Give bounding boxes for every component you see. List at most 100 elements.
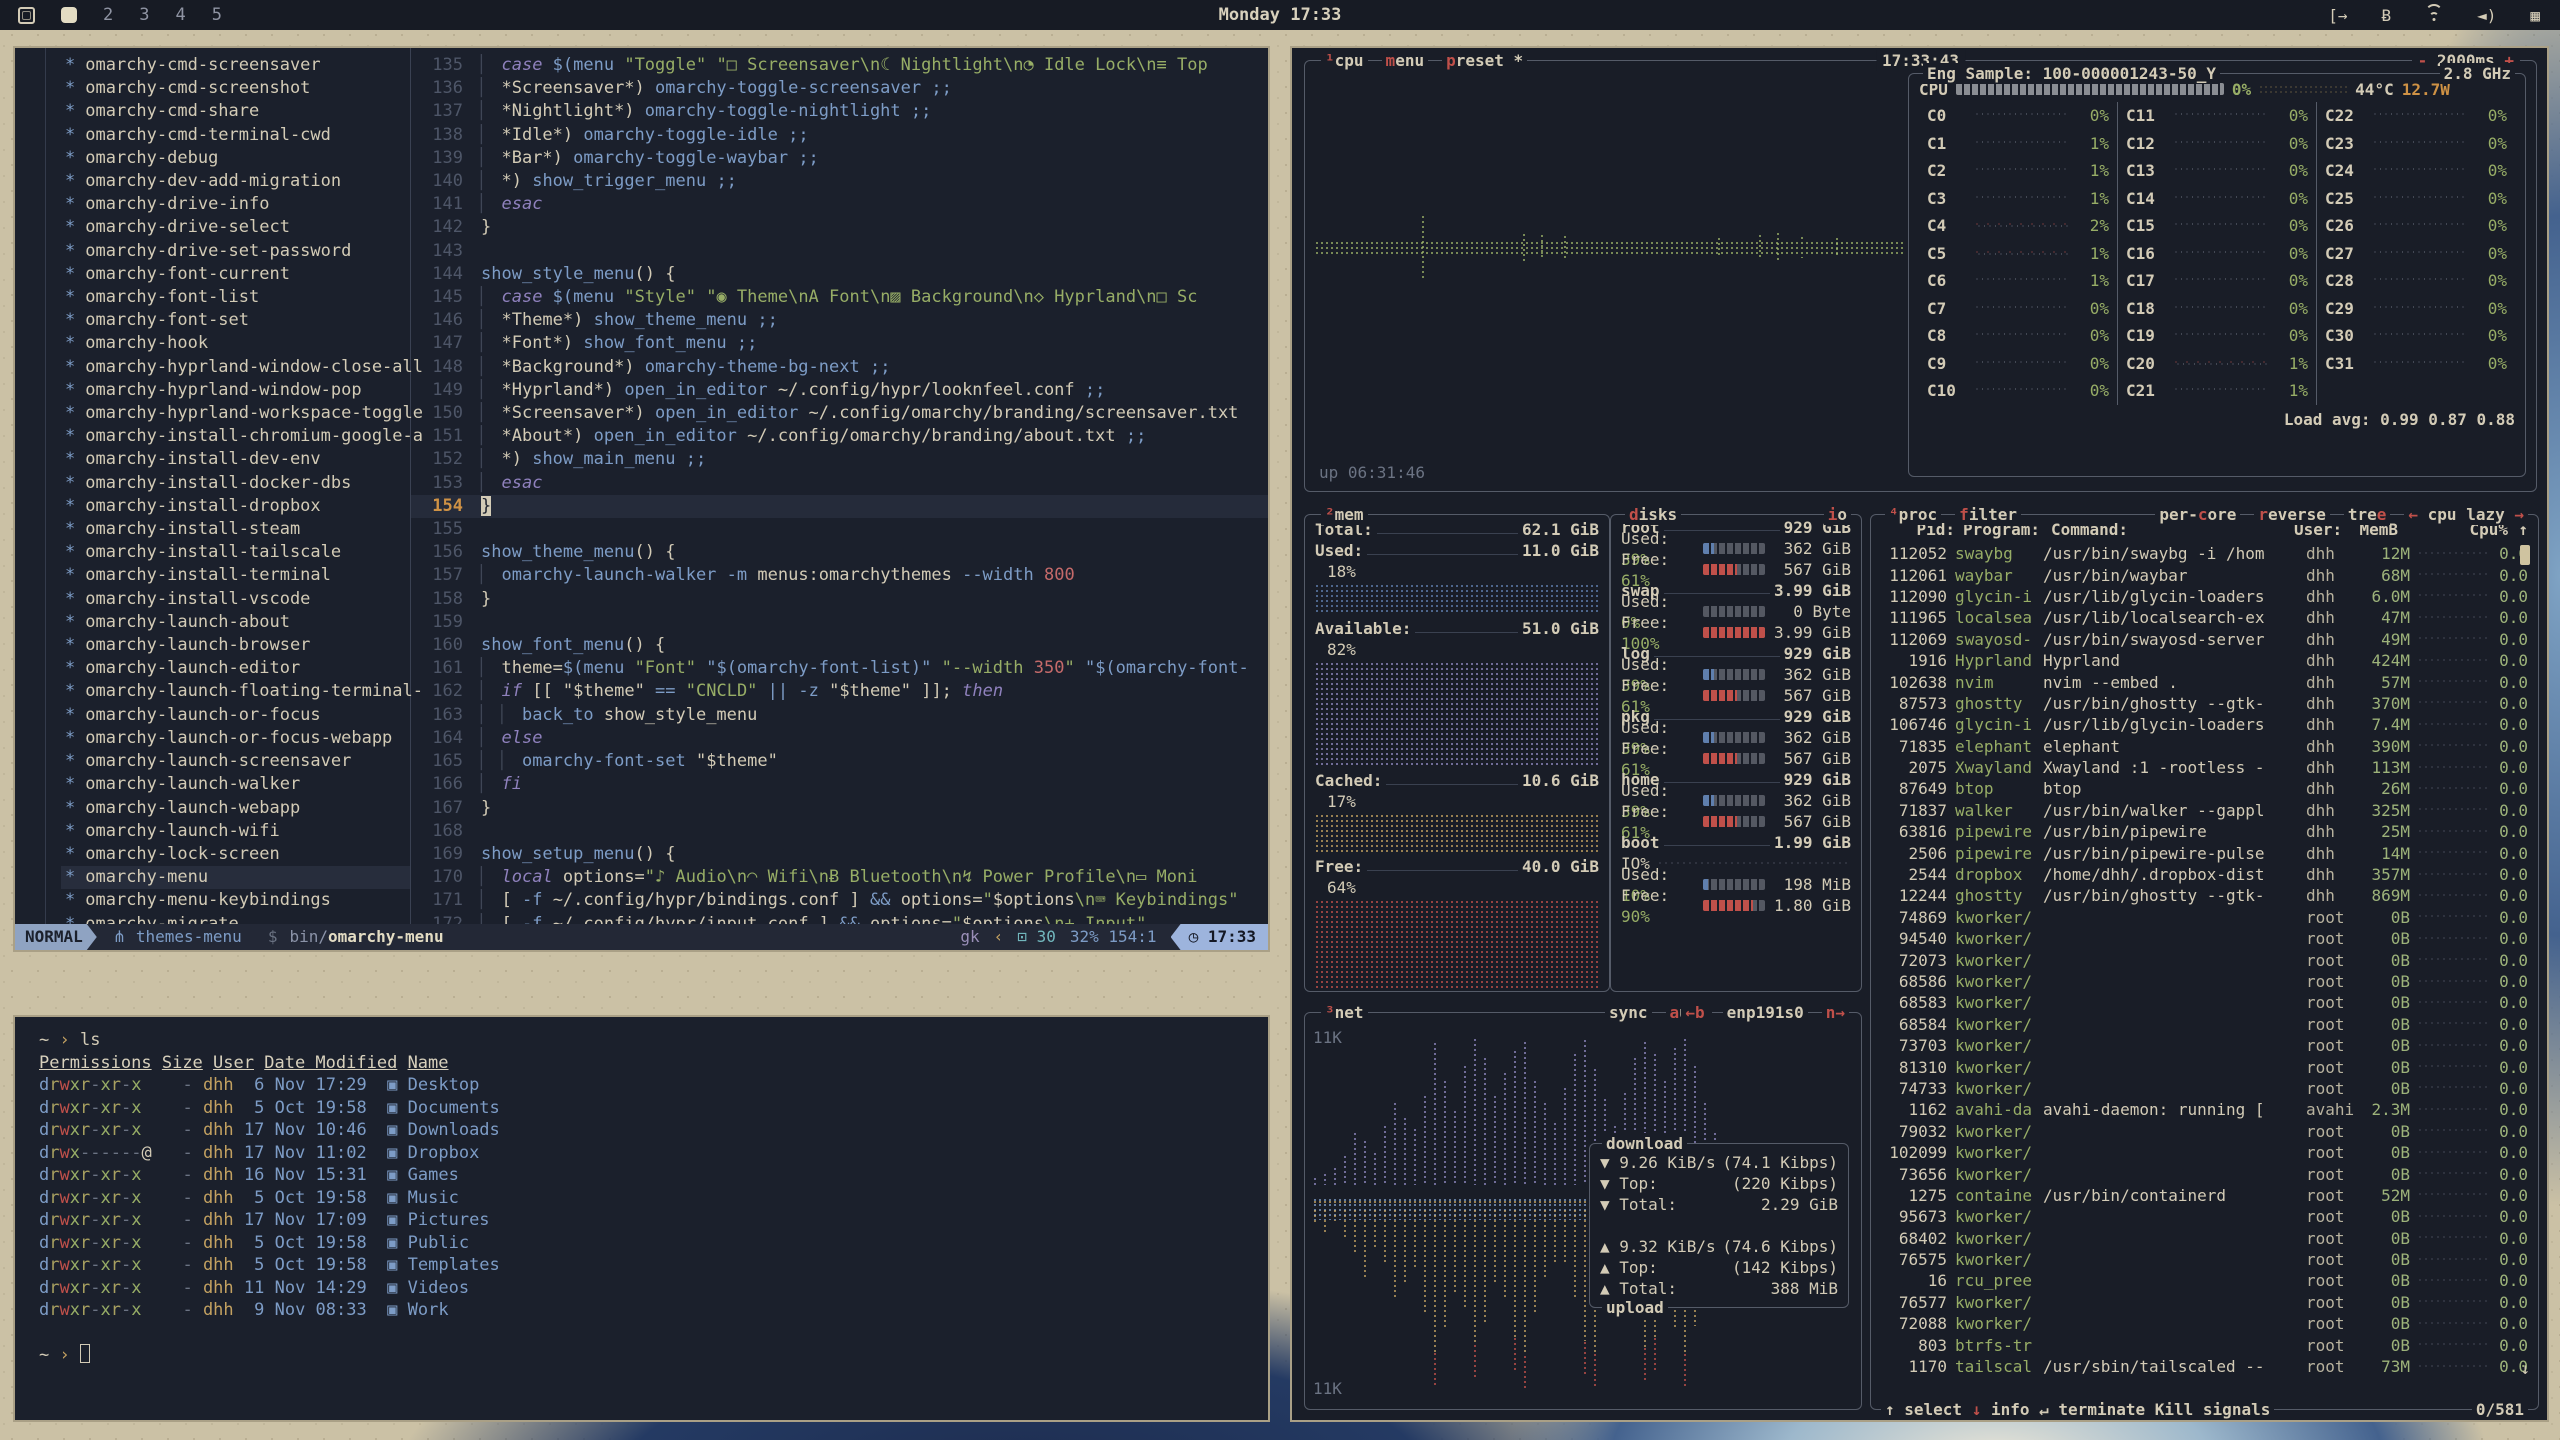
process-row[interactable]: 76575kworker/root0B0.0 (1875, 1249, 2534, 1270)
file-item[interactable]: *omarchy-install-docker-dbs (61, 472, 410, 495)
process-row[interactable]: 95673kworker/root0B0.0 (1875, 1206, 2534, 1227)
process-row[interactable]: 63816pipewire/usr/bin/pipewiredhh25M0.0 (1875, 821, 2534, 842)
process-row[interactable]: 76577kworker/root0B0.0 (1875, 1292, 2534, 1313)
iface-next-button[interactable]: n→ (1822, 1002, 1849, 1023)
file-item[interactable]: *omarchy-cmd-screenshot (61, 77, 410, 100)
proc-footer[interactable]: ↑ select ↓ info ↵ terminate Kill signals… (1881, 1399, 2528, 1420)
file-item[interactable]: *omarchy-launch-wifi (61, 820, 410, 843)
sync-button[interactable]: sync (1605, 1002, 1652, 1023)
process-row[interactable]: 112061waybar/usr/bin/waybardhh68M0.0 (1875, 564, 2534, 585)
file-item[interactable]: *omarchy-hyprland-window-close-all (61, 356, 410, 379)
file-item[interactable]: *omarchy-font-current (61, 263, 410, 286)
process-row[interactable]: 1170tailscal/usr/sbin/tailscaled --root7… (1875, 1356, 2534, 1377)
file-item[interactable]: *omarchy-launch-about (61, 611, 410, 634)
process-row[interactable]: 94540kworker/root0B0.0 (1875, 928, 2534, 949)
file-item[interactable]: *omarchy-install-dropbox (61, 495, 410, 518)
process-row[interactable]: 68402kworker/root0B0.0 (1875, 1228, 2534, 1249)
file-item[interactable]: *omarchy-menu (61, 866, 410, 889)
process-row[interactable]: 81310kworker/root0B0.0 (1875, 1056, 2534, 1077)
process-row[interactable]: 72088kworker/root0B0.0 (1875, 1313, 2534, 1334)
file-item[interactable]: *omarchy-launch-browser (61, 634, 410, 657)
file-item[interactable]: *omarchy-menu-keybindings (61, 889, 410, 912)
terminal-window[interactable]: ~ › lsPermissions Size User Date Modifie… (13, 1015, 1270, 1422)
process-row[interactable]: 79032kworker/root0B0.0 (1875, 1121, 2534, 1142)
file-item[interactable]: *omarchy-install-chromium-google-a (61, 425, 410, 448)
process-list[interactable]: 112052swaybg/usr/bin/swaybg -i /homdhh12… (1875, 543, 2534, 1383)
file-item[interactable]: *omarchy-font-set (61, 309, 410, 332)
process-row[interactable]: 12244ghostty/usr/bin/ghostty --gtk-dhh86… (1875, 885, 2534, 906)
file-item[interactable]: *omarchy-drive-info (61, 193, 410, 216)
sort-selector[interactable]: ← cpu lazy → (2404, 504, 2528, 525)
file-list[interactable]: *omarchy-cmd-screensaver*omarchy-cmd-scr… (15, 48, 411, 924)
tree-button[interactable]: tree (2344, 504, 2391, 525)
process-row[interactable]: 87649btopbtopdhh26M0.0 (1875, 778, 2534, 799)
file-item[interactable]: *omarchy-hyprland-workspace-toggle (61, 402, 410, 425)
process-row[interactable]: 68583kworker/root0B0.0 (1875, 992, 2534, 1013)
process-row[interactable]: 2506pipewire/usr/bin/pipewire-pulsedhh14… (1875, 842, 2534, 863)
file-item[interactable]: *omarchy-debug (61, 147, 410, 170)
process-row[interactable]: 72073kworker/root0B0.0 (1875, 949, 2534, 970)
process-row[interactable]: 74869kworker/root0B0.0 (1875, 907, 2534, 928)
process-row[interactable]: 106746glycin-i/usr/lib/glycin-loadersdhh… (1875, 714, 2534, 735)
reverse-button[interactable]: reverse (2254, 504, 2329, 525)
file-item[interactable]: *omarchy-font-list (61, 286, 410, 309)
preset-button[interactable]: preset * (1442, 50, 1527, 71)
process-row[interactable]: 68584kworker/root0B0.0 (1875, 1014, 2534, 1035)
process-row[interactable]: 73656kworker/root0B0.0 (1875, 1163, 2534, 1184)
process-row[interactable]: 73703kworker/root0B0.0 (1875, 1035, 2534, 1056)
file-item[interactable]: *omarchy-dev-add-migration (61, 170, 410, 193)
code-pane[interactable]: 135▏ case $(menu "Toggle" "□ Screensaver… (411, 48, 1268, 924)
process-row[interactable]: 1162avahi-daavahi-daemon: running [avahi… (1875, 1099, 2534, 1120)
per-core-button[interactable]: per-core (2155, 504, 2240, 525)
file-item[interactable]: *omarchy-install-terminal (61, 564, 410, 587)
file-item[interactable]: *omarchy-cmd-share (61, 100, 410, 123)
wifi-icon[interactable] (2425, 8, 2443, 22)
file-item[interactable]: *omarchy-drive-set-password (61, 240, 410, 263)
file-item[interactable]: *omarchy-launch-screensaver (61, 750, 410, 773)
file-item[interactable]: *omarchy-hyprland-window-pop (61, 379, 410, 402)
process-row[interactable]: 71835elephantelephantdhh390M0.0 (1875, 736, 2534, 757)
process-row[interactable]: 74733kworker/root0B0.0 (1875, 1078, 2534, 1099)
file-item[interactable]: *omarchy-migrate (61, 913, 410, 924)
process-row[interactable]: 2075XwaylandXwayland :1 -rootless -dhh11… (1875, 757, 2534, 778)
file-item[interactable]: *omarchy-drive-select (61, 216, 410, 239)
filter-button[interactable]: filter (1955, 504, 2021, 525)
process-row[interactable]: 2544dropbox/home/dhh/.dropbox-distdhh357… (1875, 864, 2534, 885)
file-item[interactable]: *omarchy-install-steam (61, 518, 410, 541)
file-item[interactable]: *omarchy-launch-or-focus-webapp (61, 727, 410, 750)
file-item[interactable]: *omarchy-install-dev-env (61, 448, 410, 471)
file-item[interactable]: *omarchy-launch-or-focus (61, 704, 410, 727)
io-button[interactable]: io (1824, 504, 1851, 525)
process-row[interactable]: 68586kworker/root0B0.0 (1875, 971, 2534, 992)
file-item[interactable]: *omarchy-install-vscode (61, 588, 410, 611)
file-item[interactable]: *omarchy-cmd-terminal-cwd (61, 124, 410, 147)
process-row[interactable]: 16rcu_preeroot0B0.0 (1875, 1270, 2534, 1291)
process-row[interactable]: 112052swaybg/usr/bin/swaybg -i /homdhh12… (1875, 543, 2534, 564)
process-row[interactable]: 102638nvimnvim --embed .dhh57M0.0 (1875, 671, 2534, 692)
process-row[interactable]: 102099kworker/root0B0.0 (1875, 1142, 2534, 1163)
process-row[interactable]: 112069swayosd-/usr/bin/swayosd-serverdhh… (1875, 629, 2534, 650)
process-row[interactable]: 71837walker/usr/bin/walker --gappldhh325… (1875, 800, 2534, 821)
file-item[interactable]: *omarchy-launch-editor (61, 657, 410, 680)
file-item[interactable]: *omarchy-lock-screen (61, 843, 410, 866)
cpu-tab[interactable]: ¹cpu (1321, 50, 1368, 71)
menu-button[interactable]: menu (1382, 50, 1429, 71)
process-row[interactable]: 111965localsea/usr/lib/localsearch-exdhh… (1875, 607, 2534, 628)
process-row[interactable]: 803btrfs-trroot0B0.0 (1875, 1334, 2534, 1355)
file-item[interactable]: *omarchy-install-tailscale (61, 541, 410, 564)
process-row[interactable]: 1916HyprlandHyprlanddhh424M0.0 (1875, 650, 2534, 671)
scroll-down-icon[interactable]: ↓ (2520, 1358, 2530, 1379)
mem-tab[interactable]: ²mem (1321, 504, 1368, 525)
file-item[interactable]: *omarchy-launch-webapp (61, 797, 410, 820)
process-row[interactable]: 87573ghostty/usr/bin/ghostty --gtk-dhh37… (1875, 693, 2534, 714)
file-item[interactable]: *omarchy-hook (61, 332, 410, 355)
disks-tab[interactable]: disks (1625, 504, 1681, 525)
proc-scrollbar[interactable] (2520, 545, 2530, 565)
terminal-cursor[interactable] (80, 1344, 90, 1363)
net-tab[interactable]: ³net (1321, 1002, 1368, 1023)
file-item[interactable]: *omarchy-launch-floating-terminal- (61, 680, 410, 703)
process-row[interactable]: 1275containe/usr/bin/containerdroot52M0.… (1875, 1185, 2534, 1206)
file-item[interactable]: *omarchy-launch-walker (61, 773, 410, 796)
file-item[interactable]: *omarchy-cmd-screensaver (61, 54, 410, 77)
iface-prev-button[interactable]: ←b (1681, 1002, 1708, 1023)
